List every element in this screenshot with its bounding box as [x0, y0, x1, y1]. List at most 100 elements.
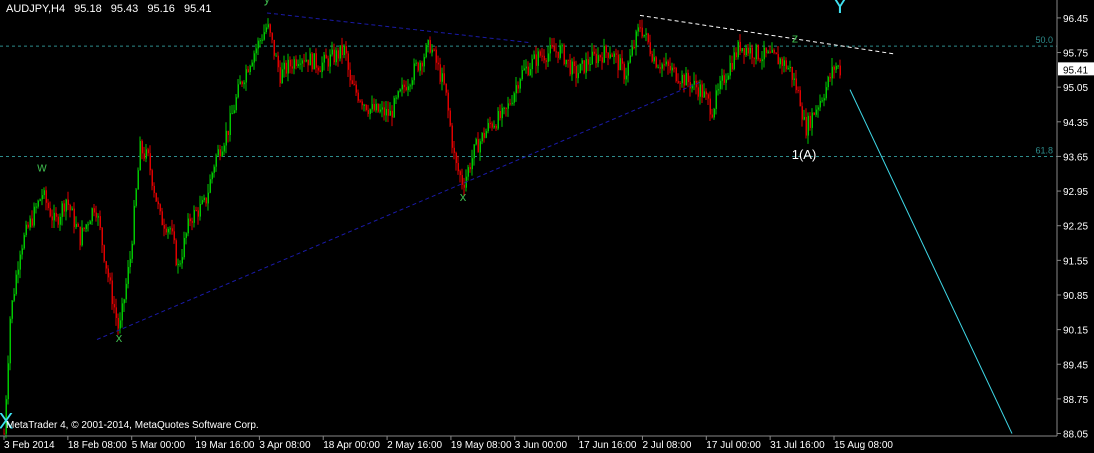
candle-body: [835, 65, 837, 70]
candle-body: [761, 59, 763, 62]
candle-body: [697, 87, 699, 97]
candle-body: [591, 51, 593, 65]
candle-body: [621, 58, 623, 64]
candle-body: [541, 55, 543, 57]
y-tick-label: 94.35: [1063, 118, 1088, 129]
candle-body: [667, 61, 669, 66]
candle-body: [739, 41, 741, 52]
candle-body: [645, 33, 647, 35]
candle-body: [129, 258, 131, 268]
candle-body: [757, 44, 759, 60]
candle-body: [335, 50, 337, 63]
candle-body: [423, 57, 425, 67]
candle-body: [25, 224, 27, 236]
candle-body: [491, 123, 493, 128]
candle-body: [677, 81, 679, 83]
candle-body: [633, 46, 635, 48]
price-chart[interactable]: 50.061.8 XwxyxzY1(A) 96.4595.7595.0594.3…: [0, 0, 1094, 453]
candle-body: [819, 100, 821, 108]
candle-body: [643, 34, 645, 37]
candle-body: [277, 55, 279, 68]
candle-body: [547, 53, 549, 62]
candle-body: [647, 33, 649, 43]
candle-body: [279, 67, 281, 84]
candle-body: [299, 63, 301, 65]
candle-body: [209, 179, 211, 193]
candle-body: [613, 53, 615, 57]
candle-body: [329, 54, 331, 67]
candle-body: [11, 300, 13, 319]
y-tick-label: 88.05: [1063, 430, 1088, 441]
candle-body: [39, 199, 41, 201]
x-tick-label: 2 Jul 08:00: [642, 440, 691, 451]
candle-body: [145, 149, 147, 159]
candle-body: [449, 110, 451, 126]
candle-body: [189, 218, 191, 222]
candle-body: [431, 49, 433, 53]
candle-body: [493, 125, 495, 128]
candle-body: [575, 66, 577, 79]
candle-body: [627, 62, 629, 76]
candle-body: [123, 299, 125, 304]
fib-level-label: 50.0: [1035, 35, 1053, 45]
candle-body: [595, 53, 597, 64]
candle-body: [91, 208, 93, 222]
candle-body: [107, 268, 109, 278]
candle-body: [519, 79, 521, 89]
candle-body: [445, 83, 447, 93]
candle-body: [433, 49, 435, 51]
candle-body: [241, 81, 243, 85]
candle-body: [745, 47, 747, 56]
current-price-label: 95.41: [1063, 65, 1088, 76]
candle-body: [671, 67, 673, 71]
candle-body: [169, 228, 171, 230]
candle-body: [267, 24, 269, 28]
candle-body: [557, 51, 559, 58]
candle-body: [623, 63, 625, 80]
candle-body: [307, 59, 309, 66]
candle-body: [751, 47, 753, 58]
candle-body: [579, 63, 581, 74]
candle-body: [481, 133, 483, 142]
candle-body: [779, 58, 781, 65]
candle-body: [353, 83, 355, 85]
candle-body: [727, 75, 729, 80]
candle-body: [89, 221, 91, 225]
x-tick-label: 17 Jul 00:00: [706, 440, 761, 451]
candle-body: [609, 54, 611, 58]
candle-body: [87, 224, 89, 226]
candle-body: [715, 90, 717, 109]
candle-body: [657, 67, 659, 69]
symbol-name: AUDJPY,H4: [6, 3, 66, 15]
candle-body: [839, 65, 841, 76]
candle-body: [385, 109, 387, 116]
candle-body: [797, 90, 799, 92]
candle-body: [469, 167, 471, 170]
candle-body: [749, 47, 751, 54]
candle-body: [661, 64, 663, 69]
candle-body: [117, 317, 119, 329]
candle-body: [411, 80, 413, 86]
close-price: 95.41: [183, 3, 212, 15]
candle-body: [825, 87, 827, 99]
candle-body: [815, 109, 817, 115]
candle-body: [631, 46, 633, 56]
candle-body: [225, 130, 227, 146]
candle-body: [199, 203, 201, 217]
candle-body: [151, 170, 153, 186]
candle-body: [649, 42, 651, 54]
candle-body: [525, 66, 527, 69]
candle-body: [415, 62, 417, 64]
candle-body: [805, 117, 807, 136]
x-tick-label: 18 Feb 08:00: [68, 440, 127, 451]
candle-body: [685, 72, 687, 86]
candle-body: [13, 294, 15, 301]
candle-body: [67, 199, 69, 205]
candle-body: [827, 76, 829, 88]
y-tick-label: 92.25: [1063, 222, 1088, 233]
candle-body: [201, 200, 203, 204]
open-price: 95.18: [74, 3, 102, 15]
candle-body: [383, 107, 385, 116]
candle-body: [741, 48, 743, 52]
candle-body: [485, 131, 487, 138]
